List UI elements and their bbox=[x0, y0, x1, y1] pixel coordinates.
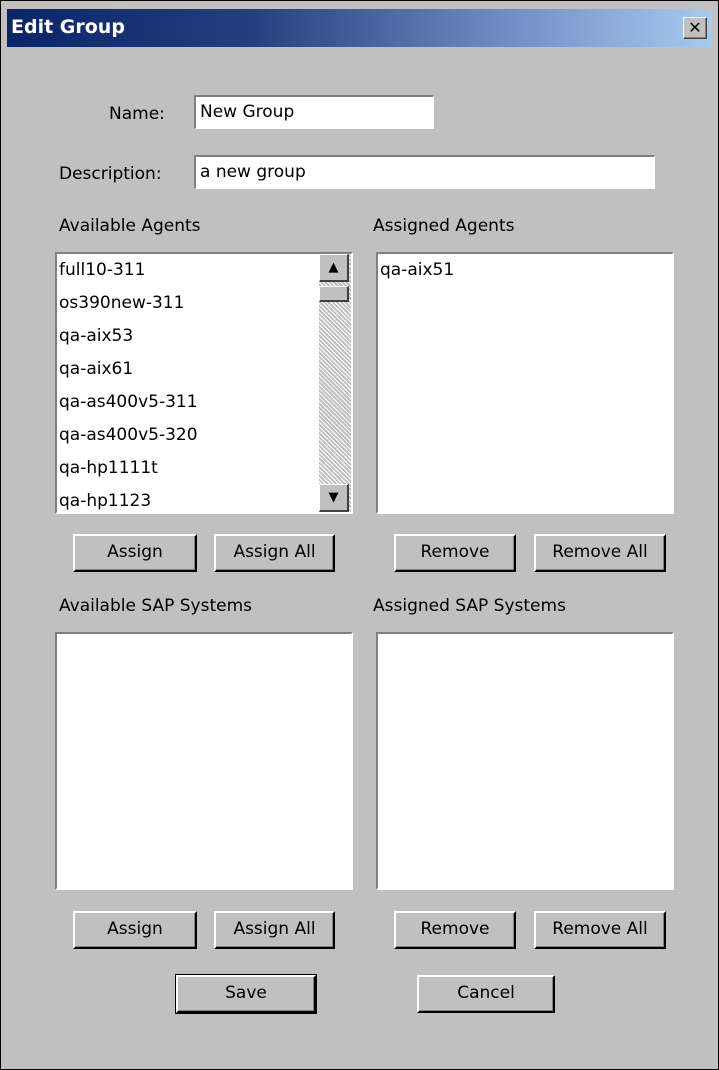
available-agents-items: full10-311 os390new-311 qa-aix53 qa-aix61 qa… bbox=[57, 254, 351, 512]
list-item[interactable]: qa-aix51 bbox=[378, 254, 672, 287]
available-sap-list[interactable] bbox=[55, 632, 353, 890]
title-bar: Edit Group ✕ bbox=[7, 9, 712, 47]
description-label: Description: bbox=[59, 164, 162, 184]
edit-group-dialog: Edit Group ✕ Name: New Group Description… bbox=[0, 0, 719, 1070]
list-item[interactable]: qa-as400v5-320 bbox=[57, 419, 351, 452]
description-field[interactable]: a new group bbox=[194, 155, 655, 189]
list-item[interactable]: qa-aix53 bbox=[57, 320, 351, 353]
remove-agent-button[interactable]: Remove bbox=[394, 534, 516, 572]
assign-all-agents-button[interactable]: Assign All bbox=[214, 534, 335, 572]
arrow-up-icon[interactable]: ▲ bbox=[319, 254, 349, 282]
remove-all-sap-button[interactable]: Remove All bbox=[534, 911, 666, 949]
assigned-sap-label: Assigned SAP Systems bbox=[373, 596, 566, 616]
available-agents-list[interactable]: full10-311 os390new-311 qa-aix53 qa-aix61 qa… bbox=[55, 252, 353, 514]
assigned-agents-list[interactable]: qa-aix51 bbox=[376, 252, 674, 514]
list-item[interactable]: qa-hp1111t bbox=[57, 452, 351, 485]
assigned-agents-label: Assigned Agents bbox=[373, 216, 515, 236]
available-agents-label: Available Agents bbox=[59, 216, 201, 236]
assign-all-sap-button[interactable]: Assign All bbox=[214, 911, 335, 949]
list-item[interactable]: os390new-311 bbox=[57, 287, 351, 320]
scrollbar-thumb[interactable] bbox=[319, 286, 349, 302]
close-icon[interactable]: ✕ bbox=[683, 17, 707, 39]
assigned-sap-list[interactable] bbox=[376, 632, 674, 890]
cancel-button[interactable]: Cancel bbox=[417, 975, 555, 1013]
list-item[interactable]: qa-hp1123 bbox=[57, 485, 351, 512]
available-sap-label: Available SAP Systems bbox=[59, 596, 252, 616]
assigned-agents-items: qa-aix51 bbox=[378, 254, 672, 287]
window-title: Edit Group bbox=[11, 16, 125, 38]
assign-agent-button[interactable]: Assign bbox=[73, 534, 197, 572]
list-item[interactable]: full10-311 bbox=[57, 254, 351, 287]
remove-sap-button[interactable]: Remove bbox=[394, 911, 516, 949]
name-label: Name: bbox=[109, 104, 165, 124]
arrow-down-icon[interactable]: ▼ bbox=[319, 484, 349, 512]
name-field[interactable]: New Group bbox=[194, 95, 434, 129]
list-item[interactable]: qa-as400v5-311 bbox=[57, 386, 351, 419]
list-item[interactable]: qa-aix61 bbox=[57, 353, 351, 386]
save-button[interactable]: Save bbox=[175, 974, 317, 1014]
assign-sap-button[interactable]: Assign bbox=[73, 911, 197, 949]
remove-all-agents-button[interactable]: Remove All bbox=[534, 534, 666, 572]
available-agents-scrollbar[interactable]: ▲ ▼ bbox=[319, 254, 351, 512]
